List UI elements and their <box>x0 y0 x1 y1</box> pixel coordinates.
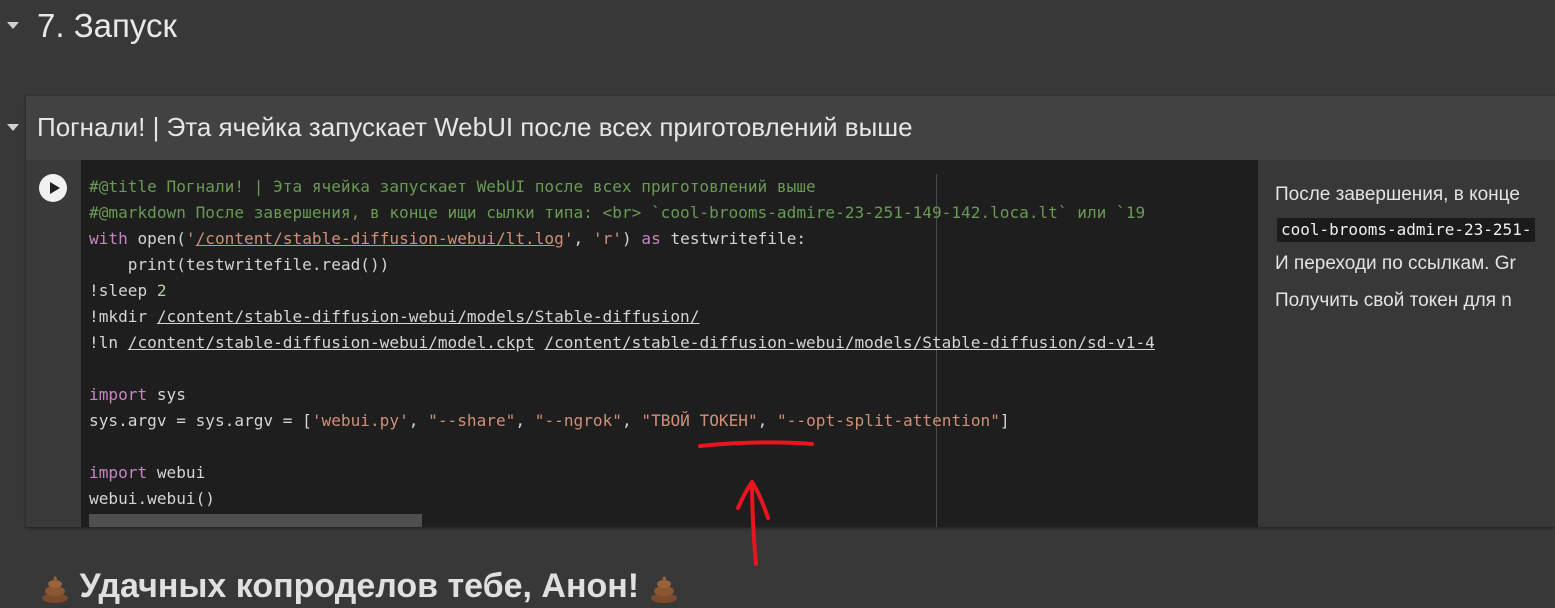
code-text: sys.argv = sys.argv = [ <box>89 411 312 430</box>
code-text: , <box>573 229 593 248</box>
code-text: , <box>515 411 535 430</box>
code-line: !mkdir /content/stable-diffusion-webui/m… <box>89 304 1155 330</box>
footer-text: Удачных копроделов тебе, Анон! <box>79 567 640 605</box>
code-text: testwritefile: <box>660 229 807 248</box>
code-path-link[interactable]: /content/stable-diffusion-webui/lt.log <box>196 229 564 248</box>
form-markdown-text: И переходи по ссылкам. Gr <box>1275 253 1516 274</box>
code-line: #@markdown После завершения, в конце ищи… <box>89 200 1155 226</box>
footer-heading: Удачных копроделов тебе, Анон! <box>40 564 679 608</box>
caret-down-icon <box>7 124 19 131</box>
code-comment: #@markdown После завершения, в конце ищи… <box>89 203 1146 222</box>
horizontal-scrollbar[interactable] <box>89 514 422 527</box>
code-text[interactable]: #@title Погнали! | Эта ячейка запускает … <box>89 174 1155 512</box>
code-line: sys.argv = sys.argv = ['webui.py', "--sh… <box>89 408 1155 434</box>
code-text: open( <box>127 229 186 248</box>
code-editor[interactable]: #@title Погнали! | Эта ячейка запускает … <box>81 160 1258 527</box>
cell-title: Погнали! | Эта ячейка запускает WebUI по… <box>37 112 913 142</box>
cell-gutter <box>26 160 81 527</box>
code-text: !sleep <box>89 281 157 300</box>
code-text: ) <box>621 229 642 248</box>
pile-of-poo-icon <box>42 576 68 604</box>
code-string: "--ngrok" <box>534 411 622 430</box>
code-text: !mkdir <box>89 307 157 326</box>
code-line: import webui <box>89 460 1155 486</box>
form-markdown-text: Получить свой токен для n <box>1275 290 1512 311</box>
code-text: print(testwritefile.read()) <box>89 255 390 274</box>
code-number: 2 <box>156 281 167 300</box>
code-string: 'r' <box>592 229 622 248</box>
code-path-link[interactable]: /content/stable-diffusion-webui/models/S… <box>157 307 700 326</box>
code-keyword: as <box>641 229 661 248</box>
code-string: ' <box>185 229 196 248</box>
pile-of-poo-icon <box>650 576 677 604</box>
cell-collapse-toggle[interactable] <box>7 124 19 131</box>
code-text: , <box>621 411 642 430</box>
caret-down-icon <box>7 22 19 29</box>
code-line: print(testwritefile.read()) <box>89 252 1155 278</box>
code-text: , <box>757 411 778 430</box>
code-keyword: import <box>89 385 148 404</box>
code-text: , <box>408 411 429 430</box>
code-keyword: with <box>89 229 128 248</box>
code-line: !ln /content/stable-diffusion-webui/mode… <box>89 330 1155 356</box>
code-text: webui.webui() <box>89 489 215 508</box>
code-path-link[interactable]: /content/stable-diffusion-webui/models/S… <box>544 333 1154 352</box>
code-text: webui <box>147 463 206 482</box>
code-text: !ln <box>89 333 128 352</box>
section-heading: 7. Запуск <box>37 7 177 44</box>
code-string: "--share" <box>428 411 516 430</box>
code-line: #@title Погнали! | Эта ячейка запускает … <box>89 174 1155 200</box>
code-line: import sys <box>89 382 1155 408</box>
code-line: !sleep 2 <box>89 278 1155 304</box>
section-collapse-toggle[interactable] <box>7 22 19 29</box>
code-string: "--opt-split-attention" <box>777 411 1000 430</box>
code-line: webui.webui() <box>89 486 1155 512</box>
form-panel: После завершения, в конце cool-brooms-ad… <box>1258 160 1555 527</box>
code-keyword: import <box>89 463 148 482</box>
token-string: "ТВОЙ ТОКЕН" <box>641 411 758 430</box>
code-path-link[interactable]: /content/stable-diffusion-webui/model.ck… <box>128 333 535 352</box>
form-code-chip: cool-brooms-admire-23-251- <box>1277 218 1536 242</box>
code-text: ] <box>999 411 1010 430</box>
code-string: ' <box>563 229 574 248</box>
code-comment: #@title Погнали! | Эта ячейка запускает … <box>89 177 816 196</box>
code-line: with open('/content/stable-diffusion-web… <box>89 226 1155 252</box>
code-text: sys <box>147 385 186 404</box>
run-cell-button[interactable] <box>39 174 67 202</box>
code-string: 'webui.py' <box>311 411 409 430</box>
form-markdown-text: После завершения, в конце <box>1275 184 1520 205</box>
